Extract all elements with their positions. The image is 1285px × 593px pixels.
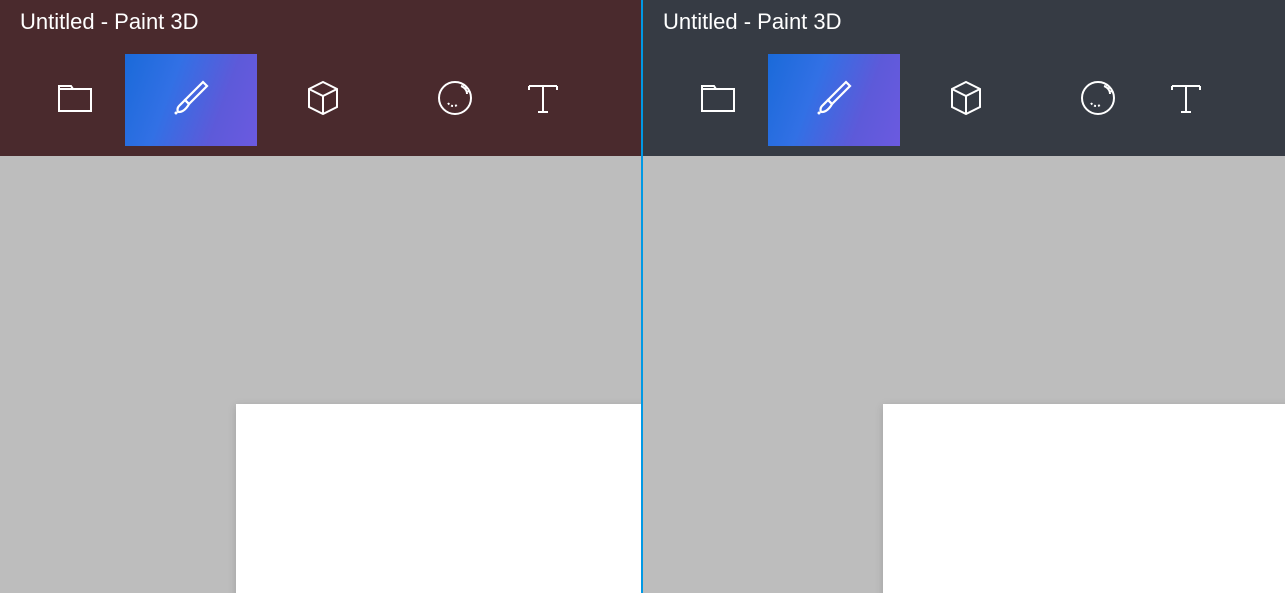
window-title: Untitled - Paint 3D bbox=[663, 9, 842, 35]
titlebar: Untitled - Paint 3D bbox=[643, 0, 1285, 44]
paint3d-window-right: Untitled - Paint 3D bbox=[641, 0, 1285, 593]
brush-icon bbox=[812, 76, 856, 125]
paint3d-window-left: Untitled - Paint 3D bbox=[0, 0, 641, 593]
sticker-icon bbox=[1076, 76, 1120, 125]
brushes-button[interactable] bbox=[125, 54, 257, 146]
text-icon bbox=[521, 76, 565, 125]
folder-icon bbox=[53, 76, 97, 125]
stickers-button[interactable] bbox=[1032, 54, 1164, 146]
canvas[interactable] bbox=[883, 404, 1285, 593]
text-button[interactable] bbox=[1164, 54, 1204, 146]
brush-icon bbox=[169, 76, 213, 125]
toolbar bbox=[0, 44, 641, 156]
stickers-button[interactable] bbox=[389, 54, 521, 146]
window-title: Untitled - Paint 3D bbox=[20, 9, 199, 35]
shapes3d-button[interactable] bbox=[257, 54, 389, 146]
titlebar: Untitled - Paint 3D bbox=[0, 0, 641, 44]
sticker-icon bbox=[433, 76, 477, 125]
text-icon bbox=[1164, 76, 1208, 125]
text-button[interactable] bbox=[521, 54, 571, 146]
brushes-button[interactable] bbox=[768, 54, 900, 146]
folder-icon bbox=[696, 76, 740, 125]
canvas-area[interactable] bbox=[643, 156, 1285, 593]
canvas-area[interactable] bbox=[0, 156, 641, 593]
menu-button[interactable] bbox=[25, 54, 125, 146]
toolbar bbox=[643, 44, 1285, 156]
cube-icon bbox=[301, 76, 345, 125]
canvas[interactable] bbox=[236, 404, 641, 593]
cube-icon bbox=[944, 76, 988, 125]
menu-button[interactable] bbox=[668, 54, 768, 146]
shapes3d-button[interactable] bbox=[900, 54, 1032, 146]
